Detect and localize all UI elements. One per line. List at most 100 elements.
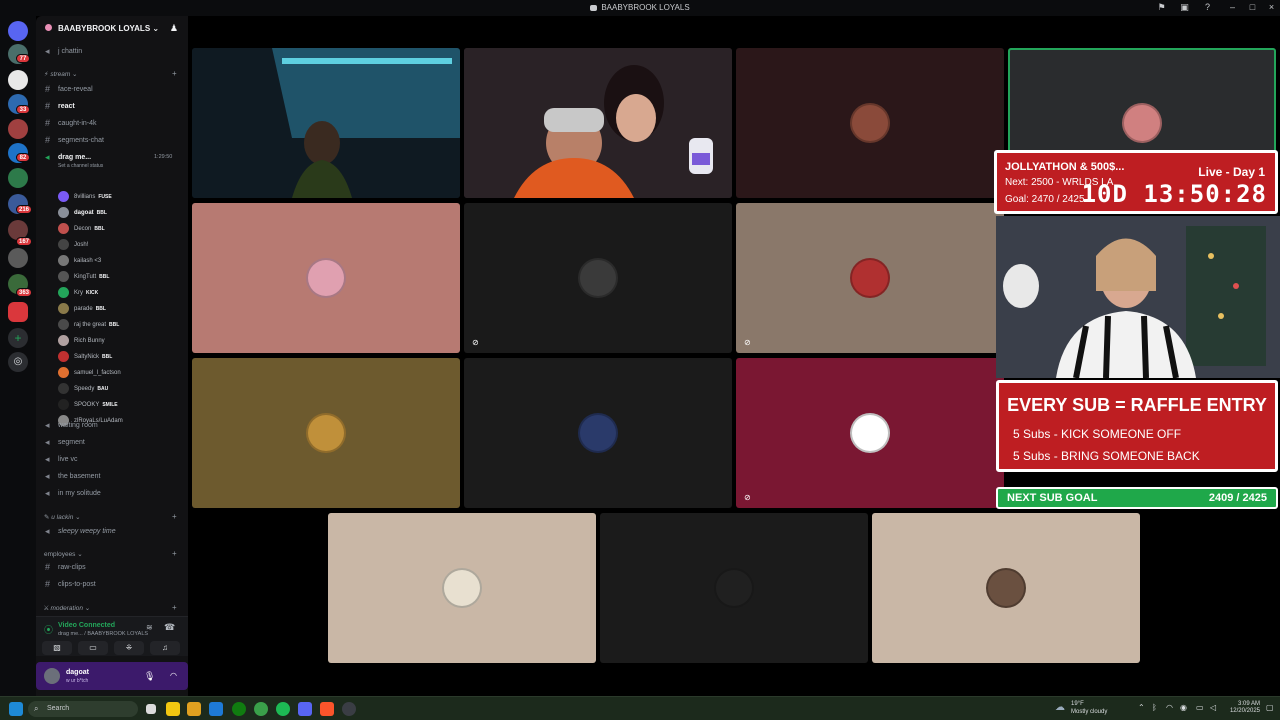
voice-user[interactable]: KingTutt BBL bbox=[54, 270, 186, 285]
server-icon[interactable] bbox=[8, 119, 28, 139]
participant-tile[interactable] bbox=[192, 203, 460, 353]
brave-icon[interactable] bbox=[320, 702, 334, 716]
close-icon[interactable]: × bbox=[1267, 3, 1276, 12]
activities-button[interactable]: ⁜ bbox=[114, 641, 144, 655]
user-tag: BBL bbox=[94, 226, 105, 232]
participant-tile[interactable] bbox=[192, 48, 460, 198]
camera-button[interactable]: ▧ bbox=[42, 641, 72, 655]
channel-item[interactable]: # segments-chat bbox=[36, 134, 186, 148]
add-channel-icon[interactable]: + bbox=[172, 603, 177, 612]
maximize-icon[interactable]: □ bbox=[1248, 3, 1257, 12]
pin-icon[interactable]: ⚑ bbox=[1157, 3, 1166, 12]
obs-icon[interactable] bbox=[342, 702, 356, 716]
channel-item[interactable]: ◂ j chattin bbox=[36, 45, 186, 59]
voice-user[interactable]: Rich Bunny bbox=[54, 334, 186, 349]
voice-channel[interactable]: ◂ sleepy weepy time bbox=[36, 525, 186, 539]
inbox-icon[interactable]: ▣ bbox=[1180, 3, 1189, 12]
server-header[interactable]: BAABYBROOK LOYALS ⌄ ♟ bbox=[36, 16, 188, 40]
search-input[interactable]: ⌕ Search bbox=[28, 701, 138, 717]
windows-start-icon[interactable] bbox=[9, 702, 23, 716]
wifi-icon[interactable]: ◠ bbox=[1166, 703, 1173, 712]
store-icon[interactable] bbox=[209, 702, 223, 716]
system-clock[interactable]: 3:09 AM 12/20/2025 bbox=[1226, 701, 1260, 714]
avatar bbox=[850, 413, 890, 453]
server-icon[interactable] bbox=[8, 70, 28, 90]
home-icon[interactable] bbox=[8, 21, 28, 41]
voice-channel[interactable]: ◂ segment bbox=[36, 436, 186, 450]
participant-tile[interactable] bbox=[736, 48, 1004, 198]
headphones-icon[interactable]: ◠ bbox=[170, 671, 177, 680]
hash-icon: # bbox=[45, 562, 51, 572]
voice-user[interactable]: samuel_l_factson bbox=[54, 366, 186, 381]
disconnect-icon[interactable]: ☎ bbox=[164, 622, 175, 633]
voice-user[interactable]: SaltyNick BBL bbox=[54, 350, 186, 365]
voice-user[interactable]: Speedy BAU bbox=[54, 382, 186, 397]
network-icon[interactable]: ▭ bbox=[1196, 703, 1204, 712]
voice-channel[interactable]: ◂ waiting room bbox=[36, 419, 186, 433]
server-icon[interactable] bbox=[8, 248, 28, 268]
steam-icon[interactable]: ◉ bbox=[1180, 703, 1187, 712]
voice-user[interactable]: 8villians FUSE bbox=[54, 190, 186, 205]
voice-channel[interactable]: ◂ live vc bbox=[36, 453, 186, 467]
voice-user[interactable]: kailash <3 bbox=[54, 254, 186, 269]
participant-tile[interactable] bbox=[192, 358, 460, 508]
task-view-icon[interactable] bbox=[146, 704, 156, 714]
voice-user[interactable]: raj the great BBL bbox=[54, 318, 186, 333]
voice-user[interactable]: Josh! bbox=[54, 238, 186, 253]
voice-user[interactable]: parade BBL bbox=[54, 302, 186, 317]
discover-icon[interactable]: ◎ bbox=[8, 352, 28, 372]
channel-item[interactable]: # clips-to-post bbox=[36, 578, 186, 592]
xbox-icon[interactable] bbox=[232, 702, 246, 716]
participant-tile[interactable] bbox=[464, 48, 732, 198]
server-icon[interactable] bbox=[8, 168, 28, 188]
voice-channel[interactable]: ◂ in my solitude bbox=[36, 487, 186, 501]
signal-icon[interactable]: ⦿ bbox=[44, 623, 53, 636]
noise-suppression-icon[interactable]: ≋ bbox=[146, 623, 153, 632]
volume-icon[interactable]: ◁ bbox=[1210, 703, 1216, 712]
invite-icon[interactable]: ♟ bbox=[170, 23, 178, 34]
help-icon[interactable]: ? bbox=[1203, 3, 1212, 12]
category-moderation[interactable]: ⚔ moderation ⌄ + bbox=[44, 603, 177, 612]
discord-icon[interactable] bbox=[298, 702, 312, 716]
avatar[interactable] bbox=[44, 668, 60, 684]
voice-user[interactable]: Decon BBL bbox=[54, 222, 186, 237]
bluetooth-icon[interactable]: ᛒ bbox=[1152, 703, 1157, 712]
microphone-icon[interactable]: 🎙 bbox=[144, 671, 155, 682]
channel-status[interactable]: Set a channel status bbox=[58, 163, 103, 169]
voice-channel[interactable]: ◂ the basement bbox=[36, 470, 186, 484]
voice-user[interactable]: SPOOKY SMILE bbox=[54, 398, 186, 413]
soundboard-button[interactable]: ♫ bbox=[150, 641, 180, 655]
folder-icon[interactable] bbox=[187, 702, 201, 716]
category-stream[interactable]: ⚡ stream ⌄ + bbox=[44, 69, 177, 78]
channel-item[interactable]: # raw-clips bbox=[36, 561, 186, 575]
minimize-icon[interactable]: – bbox=[1228, 3, 1237, 12]
screen-share-button[interactable]: ▭ bbox=[78, 641, 108, 655]
add-channel-icon[interactable]: + bbox=[172, 549, 177, 558]
streamer-camera[interactable] bbox=[996, 216, 1280, 378]
add-channel-icon[interactable]: + bbox=[172, 512, 177, 521]
server-icon[interactable] bbox=[8, 302, 28, 322]
voice-user[interactable]: dagoat BBL bbox=[54, 206, 186, 221]
voice-user[interactable]: Kry KICK bbox=[54, 286, 186, 301]
tray-chevron-icon[interactable]: ⌃ bbox=[1138, 703, 1145, 712]
channel-item-active[interactable]: # react bbox=[36, 100, 186, 114]
user-tag: BBL bbox=[99, 274, 110, 280]
add-server-icon[interactable]: + bbox=[8, 328, 28, 348]
spotify-icon[interactable] bbox=[276, 702, 290, 716]
participant-tile[interactable]: ⊘ bbox=[736, 358, 1004, 508]
chrome-icon[interactable] bbox=[254, 702, 268, 716]
participant-tile[interactable] bbox=[600, 513, 868, 663]
participant-tile[interactable]: ⊘ bbox=[464, 203, 732, 353]
notification-icon[interactable]: ▢ bbox=[1266, 703, 1274, 712]
participant-tile[interactable] bbox=[328, 513, 596, 663]
category-employees[interactable]: employees ⌄ + bbox=[44, 549, 177, 558]
add-channel-icon[interactable]: + bbox=[172, 69, 177, 78]
voice-channel-active[interactable]: ◂ drag me... 1:29:50 Set a channel statu… bbox=[36, 151, 186, 171]
file-explorer-icon[interactable] bbox=[166, 702, 180, 716]
participant-tile[interactable] bbox=[464, 358, 732, 508]
participant-tile[interactable]: ⊘ bbox=[736, 203, 1004, 353]
category-slackin[interactable]: ✎ u lackin ⌄ + bbox=[44, 512, 177, 521]
participant-tile[interactable] bbox=[872, 513, 1140, 663]
channel-item[interactable]: # caught-in-4k bbox=[36, 117, 186, 131]
channel-item[interactable]: # face-reveal bbox=[36, 83, 186, 97]
